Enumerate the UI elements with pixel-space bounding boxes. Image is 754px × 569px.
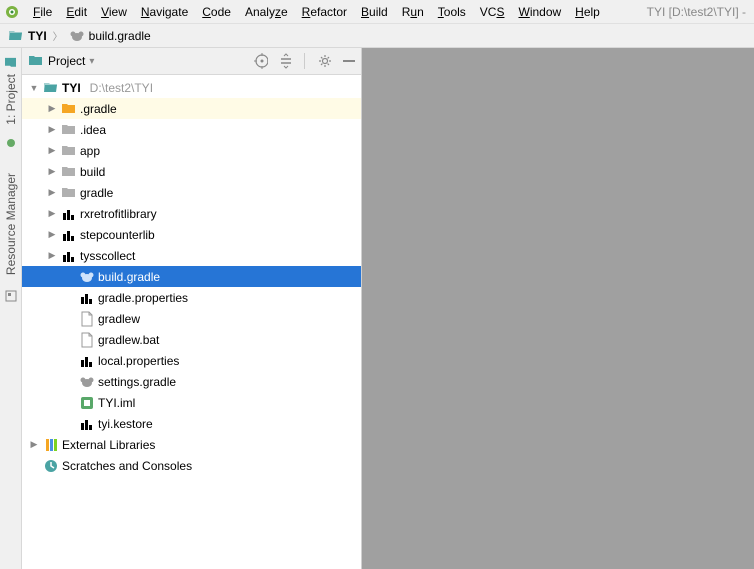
menu-run[interactable]: Run [395, 3, 431, 21]
scratches-icon [43, 458, 59, 474]
tree-node-tyi-kestore[interactable]: tyi.kestore [22, 413, 361, 434]
app-logo-icon [4, 4, 20, 20]
tree-node-stepcounterlib[interactable]: ▶ stepcounterlib [22, 224, 361, 245]
locate-button[interactable] [254, 54, 268, 68]
project-folder-icon [43, 80, 59, 96]
project-tool-window: Project ▾ ▼ TYI D:\test2\TYI ▶ [22, 48, 362, 569]
file-icon [79, 332, 95, 348]
folder-icon [61, 101, 77, 117]
settings-button[interactable] [317, 54, 331, 68]
menu-refactor[interactable]: Refactor [295, 3, 354, 21]
menu-analyze[interactable]: Analyze [238, 3, 295, 21]
tree-node-gradle-properties[interactable]: gradle.properties [22, 287, 361, 308]
chevron-right-icon[interactable]: ▶ [46, 103, 58, 114]
resource-manager-icon [4, 289, 18, 303]
project-panel-header: Project ▾ [22, 48, 361, 75]
tree-node-rxretrofitlibrary[interactable]: ▶ rxretrofitlibrary [22, 203, 361, 224]
tree-node-tyi-iml[interactable]: TYI.iml [22, 392, 361, 413]
breadcrumb-separator-icon: 〉 [53, 28, 63, 43]
module-icon [61, 227, 77, 243]
menu-help[interactable]: Help [568, 3, 607, 21]
work-area: 1: Project Resource Manager Project ▾ [0, 48, 754, 569]
folder-icon [61, 164, 77, 180]
file-icon [79, 311, 95, 327]
project-view-icon [28, 53, 44, 69]
module-icon [61, 248, 77, 264]
folder-icon [61, 122, 77, 138]
editor-area [362, 48, 754, 569]
tree-project-root[interactable]: ▼ TYI D:\test2\TYI [22, 77, 361, 98]
properties-icon [79, 290, 95, 306]
breadcrumb: TYI 〉 build.gradle [0, 24, 754, 48]
tree-node-gradle-dir[interactable]: ▶ .gradle [22, 98, 361, 119]
chevron-right-icon[interactable]: ▶ [46, 208, 58, 219]
tree-node-gradlew-bat[interactable]: gradlew.bat [22, 329, 361, 350]
tree-node-gradlew[interactable]: gradlew [22, 308, 361, 329]
keystore-icon [79, 416, 95, 432]
menu-vcs[interactable]: VCS [473, 3, 512, 21]
menu-code[interactable]: Code [195, 3, 238, 21]
menu-window[interactable]: Window [511, 3, 568, 21]
breadcrumb-file[interactable]: build.gradle [69, 28, 151, 44]
chevron-right-icon[interactable]: ▶ [46, 166, 58, 177]
library-icon [43, 437, 59, 453]
menu-edit[interactable]: Edit [59, 3, 94, 21]
tool-tab-project[interactable]: 1: Project [2, 48, 20, 135]
tree-external-libraries[interactable]: ▶ External Libraries [22, 434, 361, 455]
tree-node-idea-dir[interactable]: ▶ .idea [22, 119, 361, 140]
chevron-down-icon: ▾ [89, 56, 94, 67]
chevron-right-icon[interactable]: ▶ [46, 124, 58, 135]
collapse-all-button[interactable] [278, 54, 292, 68]
breadcrumb-root[interactable]: TYI [8, 28, 47, 44]
menu-file[interactable]: File [26, 3, 59, 21]
menu-bar: File Edit View Navigate Code Analyze Ref… [0, 0, 754, 24]
left-tool-gutter: 1: Project Resource Manager [0, 48, 22, 569]
module-icon [61, 206, 77, 222]
chevron-right-icon[interactable]: ▶ [46, 187, 58, 198]
iml-icon [79, 395, 95, 411]
tree-node-build-gradle[interactable]: build.gradle [22, 266, 361, 287]
window-title: TYI [D:\test2\TYI] - [647, 5, 750, 19]
project-folder-icon [8, 28, 24, 44]
gradle-icon [79, 269, 95, 285]
tree-scratches[interactable]: Scratches and Consoles [22, 455, 361, 476]
chevron-right-icon[interactable]: ▶ [28, 439, 40, 450]
tree-node-gradle-folder[interactable]: ▶ gradle [22, 182, 361, 203]
status-dot-icon [7, 139, 15, 147]
tree-node-local-properties[interactable]: local.properties [22, 350, 361, 371]
chevron-right-icon[interactable]: ▶ [46, 145, 58, 156]
menu-build[interactable]: Build [354, 3, 395, 21]
divider [304, 53, 305, 69]
tree-node-app[interactable]: ▶ app [22, 140, 361, 161]
chevron-right-icon[interactable]: ▶ [46, 250, 58, 261]
project-tab-icon [5, 58, 17, 70]
tool-tab-resource-manager[interactable]: Resource Manager [2, 163, 20, 285]
tree-node-tysscollect[interactable]: ▶ tysscollect [22, 245, 361, 266]
folder-icon [61, 185, 77, 201]
project-view-selector[interactable]: Project ▾ [28, 53, 248, 69]
hide-button[interactable] [341, 54, 355, 68]
gradle-icon [69, 28, 85, 44]
tree-node-build[interactable]: ▶ build [22, 161, 361, 182]
gradle-icon [79, 374, 95, 390]
chevron-down-icon[interactable]: ▼ [28, 83, 40, 93]
properties-icon [79, 353, 95, 369]
menu-view[interactable]: View [94, 3, 134, 21]
project-tree[interactable]: ▼ TYI D:\test2\TYI ▶ .gradle ▶ .idea ▶ a… [22, 75, 361, 569]
chevron-right-icon[interactable]: ▶ [46, 229, 58, 240]
menu-navigate[interactable]: Navigate [134, 3, 195, 21]
folder-icon [61, 143, 77, 159]
tree-node-settings-gradle[interactable]: settings.gradle [22, 371, 361, 392]
menu-tools[interactable]: Tools [431, 3, 473, 21]
